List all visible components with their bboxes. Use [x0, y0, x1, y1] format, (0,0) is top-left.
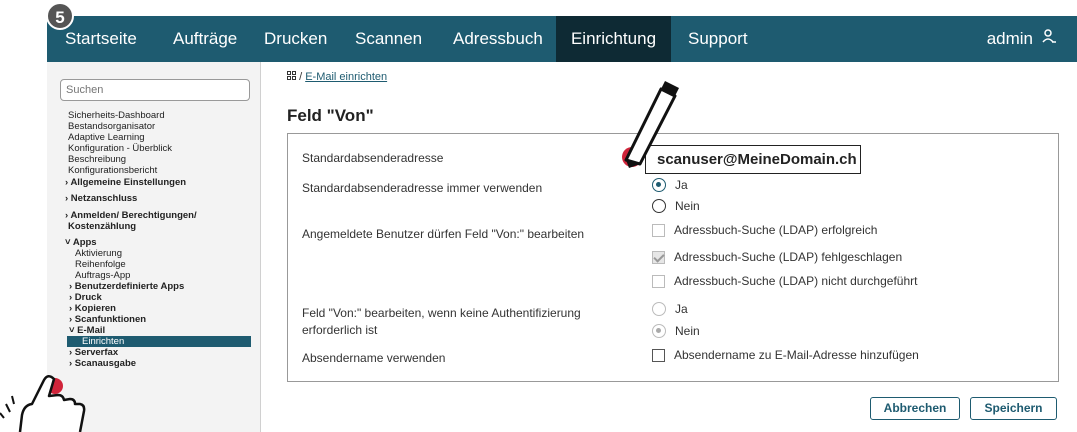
checkbox[interactable]	[652, 348, 665, 362]
ldap-failed-option[interactable]: Adressbuch-Suche (LDAP) fehlgeschlagen	[652, 250, 902, 264]
step-number-badge: 5	[46, 2, 74, 30]
tab-auftraege[interactable]: Aufträge	[173, 16, 237, 62]
sidebar-item[interactable]: Reihenfolge	[75, 259, 126, 270]
sidebar-item[interactable]: Bestandsorganisator	[68, 121, 155, 132]
sidebar-item[interactable]: Aktivierung	[75, 248, 122, 259]
radio-button[interactable]	[652, 178, 666, 192]
sidebar-item[interactable]: Adaptive Learning	[68, 132, 145, 143]
search-input[interactable]	[60, 79, 250, 101]
sidebar-item[interactable]: › Druck	[69, 292, 102, 303]
sidebar-item[interactable]: ˅ Apps	[65, 237, 97, 248]
edit-from-label: Angemeldete Benutzer dürfen Feld "Von:" …	[302, 227, 585, 241]
sidebar-item[interactable]: › Allgemeine Einstellungen	[65, 177, 186, 188]
sidebar-item-einrichten[interactable]: Einrichten	[67, 336, 251, 347]
page-title: Feld "Von"	[287, 106, 374, 125]
sidebar-item[interactable]: › Anmelden/ Berechtigungen/	[65, 210, 197, 221]
cancel-button[interactable]: Abbrechen	[870, 397, 960, 420]
tab-einrichtung[interactable]: Einrichtung	[556, 16, 671, 62]
no-auth-no[interactable]: Nein	[652, 324, 700, 338]
option-label: Nein	[675, 199, 700, 213]
sidebar-item[interactable]: ˅ E-Mail	[69, 325, 105, 336]
sidebar-item[interactable]: › Kopieren	[69, 303, 116, 314]
no-auth-yes[interactable]: Ja	[652, 302, 688, 316]
sidebar-item[interactable]: Sicherheits-Dashboard	[68, 110, 165, 121]
radio-button[interactable]	[652, 199, 666, 213]
checkbox[interactable]	[652, 274, 665, 288]
sidebar-item[interactable]: › Netzanschluss	[65, 193, 137, 204]
breadcrumb-separator: /	[299, 71, 303, 83]
ldap-success-option[interactable]: Adressbuch-Suche (LDAP) erfolgreich	[652, 223, 877, 237]
sidebar-item[interactable]: Beschreibung	[68, 154, 126, 165]
sidebar-item[interactable]: Konfiguration - Überblick	[68, 143, 172, 154]
tab-startseite[interactable]: Startseite	[65, 16, 137, 62]
user-icon	[1041, 16, 1057, 62]
option-label: Ja	[675, 302, 688, 316]
no-auth-label: Feld "Von:" bearbeiten, wenn keine Authe…	[302, 305, 581, 339]
sidebar-item[interactable]: Kostenzählung	[68, 221, 136, 232]
checkbox[interactable]	[652, 223, 665, 237]
option-label: Ja	[675, 178, 688, 192]
breadcrumb: / E-Mail einrichten	[287, 71, 387, 83]
always-use-yes[interactable]: Ja	[652, 178, 688, 192]
checkbox[interactable]	[652, 250, 665, 264]
tab-drucken[interactable]: Drucken	[264, 16, 327, 62]
no-auth-label-line1: Feld "Von:" bearbeiten, wenn keine Authe…	[302, 306, 581, 320]
ldap-not-performed-option[interactable]: Adressbuch-Suche (LDAP) nicht durchgefüh…	[652, 274, 917, 288]
radio-button[interactable]	[652, 324, 666, 338]
sender-name-label: Absendername verwenden	[302, 351, 446, 365]
option-label: Absendername zu E-Mail-Adresse hinzufüge…	[674, 348, 919, 362]
breadcrumb-link[interactable]: E-Mail einrichten	[305, 71, 387, 83]
tab-adressbuch[interactable]: Adressbuch	[453, 16, 543, 62]
option-label: Adressbuch-Suche (LDAP) erfolgreich	[674, 223, 878, 237]
sidebar-item[interactable]: Konfigurationsbericht	[68, 165, 157, 176]
option-label: Adressbuch-Suche (LDAP) fehlgeschlagen	[674, 250, 903, 264]
no-auth-label-line2: erforderlich ist	[302, 323, 378, 337]
sidebar-item[interactable]: › Scanfunktionen	[69, 314, 146, 325]
user-name: admin	[986, 29, 1033, 48]
always-use-no[interactable]: Nein	[652, 199, 700, 213]
sidebar-item[interactable]: Auftrags-App	[75, 270, 130, 281]
sidebar: Sicherheits-Dashboard Bestandsorganisato…	[47, 62, 261, 432]
sender-name-option[interactable]: Absendername zu E-Mail-Adresse hinzufüge…	[652, 348, 919, 362]
tab-scannen[interactable]: Scannen	[355, 16, 422, 62]
option-label: Nein	[675, 324, 700, 338]
top-navigation: Startseite Aufträge Drucken Scannen Adre…	[47, 16, 1077, 62]
sidebar-item[interactable]: › Scanausgabe	[69, 358, 136, 369]
sidebar-item[interactable]: › Benutzerdefinierte Apps	[69, 281, 184, 292]
user-menu[interactable]: admin	[987, 16, 1057, 62]
radio-button[interactable]	[652, 302, 666, 316]
sidebar-item[interactable]: › Serverfax	[69, 347, 118, 358]
always-use-label: Standardabsenderadresse immer verwenden	[302, 181, 543, 195]
tab-support[interactable]: Support	[688, 16, 748, 62]
save-button[interactable]: Speichern	[970, 397, 1057, 420]
default-sender-label: Standardabsenderadresse	[302, 151, 444, 165]
default-sender-field[interactable]: scanuser@MeineDomain.ch	[645, 145, 861, 174]
option-label: Adressbuch-Suche (LDAP) nicht durchgefüh…	[674, 274, 918, 288]
grid-icon[interactable]	[287, 71, 299, 83]
